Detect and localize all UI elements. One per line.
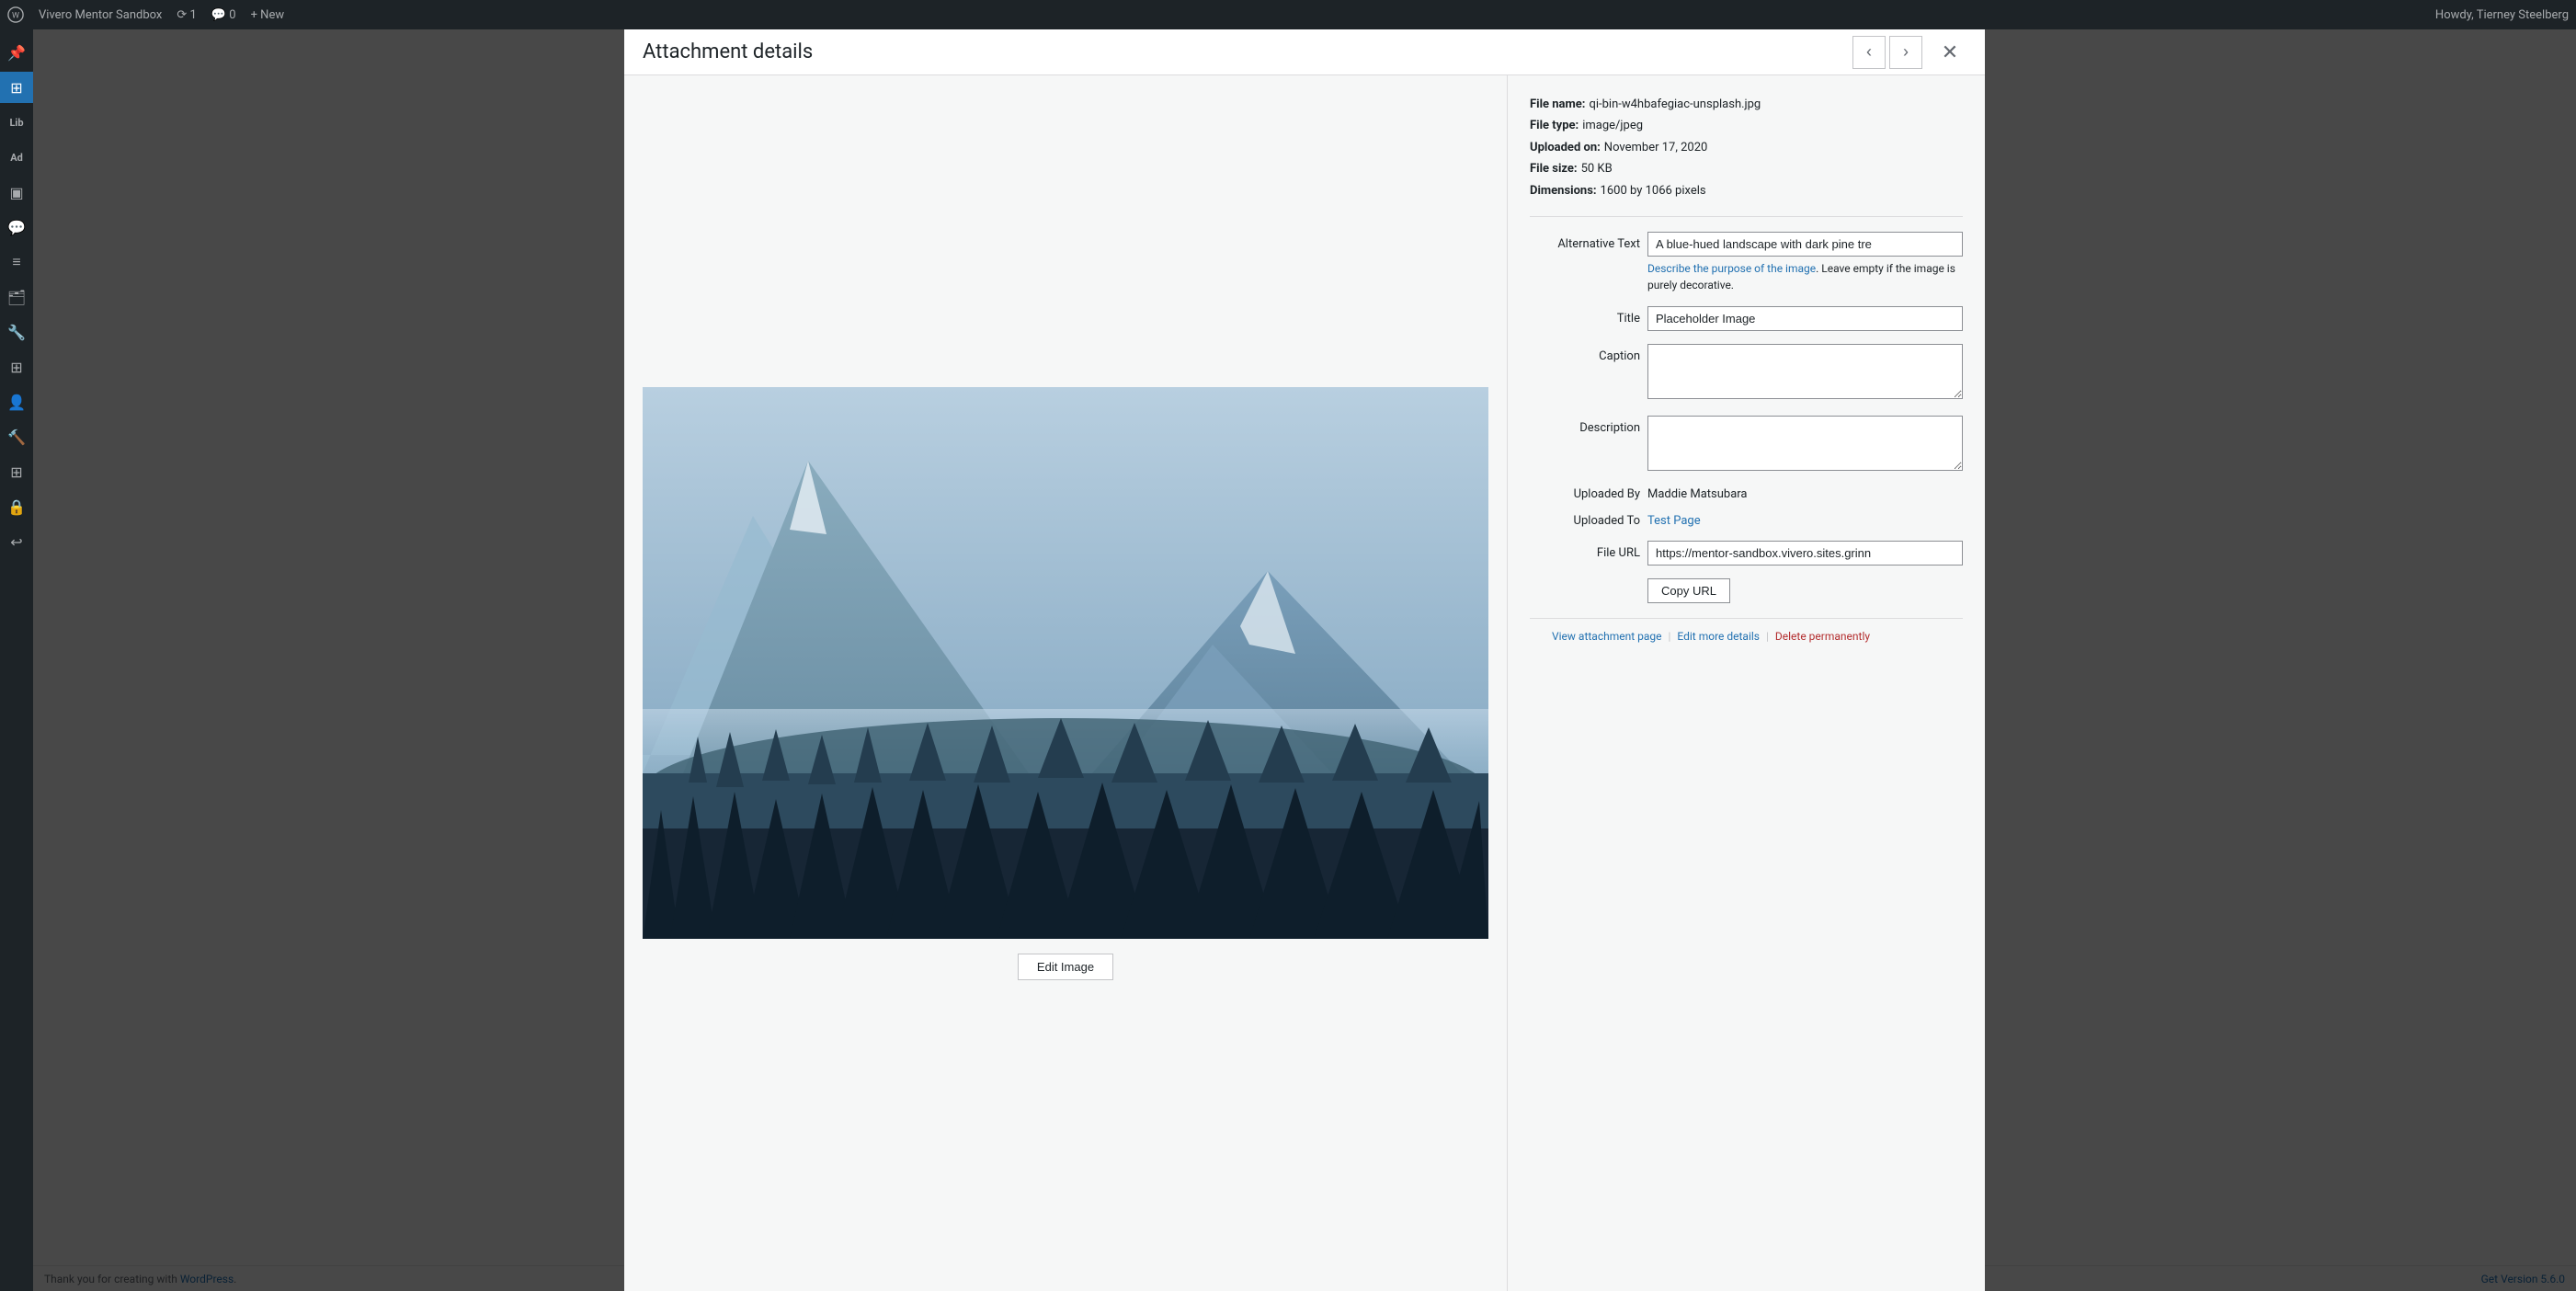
sidebar-comments-icon[interactable]: 💬 — [0, 211, 33, 243]
description-textarea[interactable] — [1647, 416, 1963, 471]
attachment-modal: Attachment details ‹ › ✕ — [624, 29, 1985, 1291]
file-name-row: File name: qi-bin-w4hbafegiac-unsplash.j… — [1530, 94, 1963, 115]
file-url-label: File URL — [1530, 546, 1640, 560]
alt-text-hint: Describe the purpose of the image. Leave… — [1647, 260, 1963, 293]
file-name-label: File name: — [1530, 94, 1585, 115]
alt-text-label: Alternative Text — [1530, 232, 1640, 251]
svg-text:W: W — [12, 12, 19, 21]
sidebar-apps-icon[interactable]: ⊞ — [0, 456, 33, 487]
uploaded-on-label: Uploaded on: — [1530, 137, 1601, 158]
file-url-row: File URL — [1530, 541, 1963, 566]
sidebar-folder-icon[interactable]: 🗂 — [0, 281, 33, 313]
sidebar-pin-icon[interactable]: 📌 — [0, 37, 33, 68]
comment-icon: 💬 — [211, 8, 226, 22]
file-size-row: File size: 50 KB — [1530, 158, 1963, 179]
file-size-value: 50 KB — [1581, 158, 1613, 179]
sidebar-list-icon[interactable]: ≡ — [0, 246, 33, 278]
caption-textarea[interactable] — [1647, 344, 1963, 399]
description-label: Description — [1530, 416, 1640, 435]
main-content: Attachment details ‹ › ✕ — [33, 29, 2576, 1291]
title-label: Title — [1530, 306, 1640, 326]
sidebar-grid-icon[interactable]: ⊞ — [0, 351, 33, 383]
dimensions-row: Dimensions: 1600 by 1066 pixels — [1530, 180, 1963, 201]
uploaded-by-row: Uploaded By Maddie Matsubara — [1530, 487, 1963, 501]
uploaded-to-row: Uploaded To Test Page — [1530, 514, 1963, 528]
edit-more-details-link[interactable]: Edit more details — [1677, 630, 1760, 643]
site-name[interactable]: Vivero Mentor Sandbox — [39, 8, 162, 22]
file-info-section: File name: qi-bin-w4hbafegiac-unsplash.j… — [1530, 94, 1963, 217]
sidebar-dashboard-icon[interactable]: ⊞ — [0, 72, 33, 103]
modal-header: Attachment details ‹ › ✕ — [624, 29, 1985, 75]
close-button[interactable]: ✕ — [1933, 36, 1966, 69]
caption-label: Caption — [1530, 344, 1640, 363]
modal-overlay: Attachment details ‹ › ✕ — [33, 29, 2576, 1291]
updates-item[interactable]: ⟳ 1 — [177, 8, 196, 22]
sidebar-pages-icon[interactable]: ▣ — [0, 177, 33, 208]
file-type-label: File type: — [1530, 115, 1579, 136]
alt-text-row: Alternative Text Describe the purpose of… — [1530, 232, 1963, 293]
copy-url-container: Copy URL — [1530, 578, 1963, 603]
updates-icon: ⟳ — [177, 8, 187, 22]
sidebar-tools-icon[interactable]: 🔧 — [0, 316, 33, 348]
attachment-image — [643, 387, 1488, 939]
wp-logo-icon: W — [7, 6, 24, 23]
copy-url-button[interactable]: Copy URL — [1647, 578, 1730, 603]
title-row: Title — [1530, 306, 1963, 331]
description-field — [1647, 416, 1963, 474]
edit-image-button[interactable]: Edit Image — [1018, 954, 1113, 980]
description-row: Description — [1530, 416, 1963, 474]
uploaded-on-value: November 17, 2020 — [1604, 137, 1708, 158]
caption-row: Caption — [1530, 344, 1963, 403]
modal-navigation: ‹ › ✕ — [1852, 36, 1966, 69]
file-size-label: File size: — [1530, 158, 1578, 179]
sidebar-library-icon[interactable]: Lib — [0, 107, 33, 138]
app-layout: 📌 ⊞ Lib Ad ▣ 💬 ≡ 🗂 🔧 ⊞ 👤 🔨 ⊞ 🔒 ↩ Attachm… — [0, 29, 2576, 1291]
file-type-row: File type: image/jpeg — [1530, 115, 1963, 136]
title-field — [1647, 306, 1963, 331]
sidebar: 📌 ⊞ Lib Ad ▣ 💬 ≡ 🗂 🔧 ⊞ 👤 🔨 ⊞ 🔒 ↩ — [0, 29, 33, 1291]
details-panel: File name: qi-bin-w4hbafegiac-unsplash.j… — [1507, 75, 1985, 1291]
alt-text-hint-link[interactable]: Describe the purpose of the image — [1647, 262, 1816, 275]
dimensions-label: Dimensions: — [1530, 180, 1597, 201]
title-input[interactable] — [1647, 306, 1963, 331]
alt-text-field: Describe the purpose of the image. Leave… — [1647, 232, 1963, 293]
modal-body: Edit Image File name: qi-bin-w4hbafegiac… — [624, 75, 1985, 1291]
sidebar-lock-icon[interactable]: 🔒 — [0, 491, 33, 522]
uploaded-on-row: Uploaded on: November 17, 2020 — [1530, 137, 1963, 158]
caption-field — [1647, 344, 1963, 403]
file-url-input[interactable] — [1647, 541, 1963, 566]
sidebar-wrench-icon[interactable]: 🔨 — [0, 421, 33, 452]
next-button[interactable]: › — [1889, 36, 1922, 69]
alt-text-input[interactable] — [1647, 232, 1963, 257]
image-panel: Edit Image — [624, 75, 1507, 1291]
prev-button[interactable]: ‹ — [1852, 36, 1886, 69]
admin-bar: W Vivero Mentor Sandbox ⟳ 1 💬 0 + New Ho… — [0, 0, 2576, 29]
dimensions-value: 1600 by 1066 pixels — [1601, 180, 1706, 201]
sidebar-back-icon[interactable]: ↩ — [0, 526, 33, 557]
new-item[interactable]: + New — [251, 8, 285, 22]
file-name-value: qi-bin-w4hbafegiac-unsplash.jpg — [1589, 94, 1761, 115]
file-type-value: image/jpeg — [1582, 115, 1643, 136]
comments-item[interactable]: 💬 0 — [211, 8, 236, 22]
user-greeting: Howdy, Tierney Steelberg — [2435, 8, 2569, 22]
sidebar-user-icon[interactable]: 👤 — [0, 386, 33, 417]
uploaded-to-label: Uploaded To — [1530, 514, 1640, 528]
uploaded-by-value: Maddie Matsubara — [1647, 487, 1748, 501]
modal-title: Attachment details — [643, 40, 1852, 63]
view-attachment-link[interactable]: View attachment page — [1552, 630, 1662, 643]
modal-footer-links: View attachment page | Edit more details… — [1530, 618, 1963, 654]
uploaded-by-label: Uploaded By — [1530, 487, 1640, 501]
uploaded-to-link[interactable]: Test Page — [1647, 514, 1701, 528]
sidebar-add-icon[interactable]: Ad — [0, 142, 33, 173]
delete-permanently-link[interactable]: Delete permanently — [1775, 630, 1870, 643]
